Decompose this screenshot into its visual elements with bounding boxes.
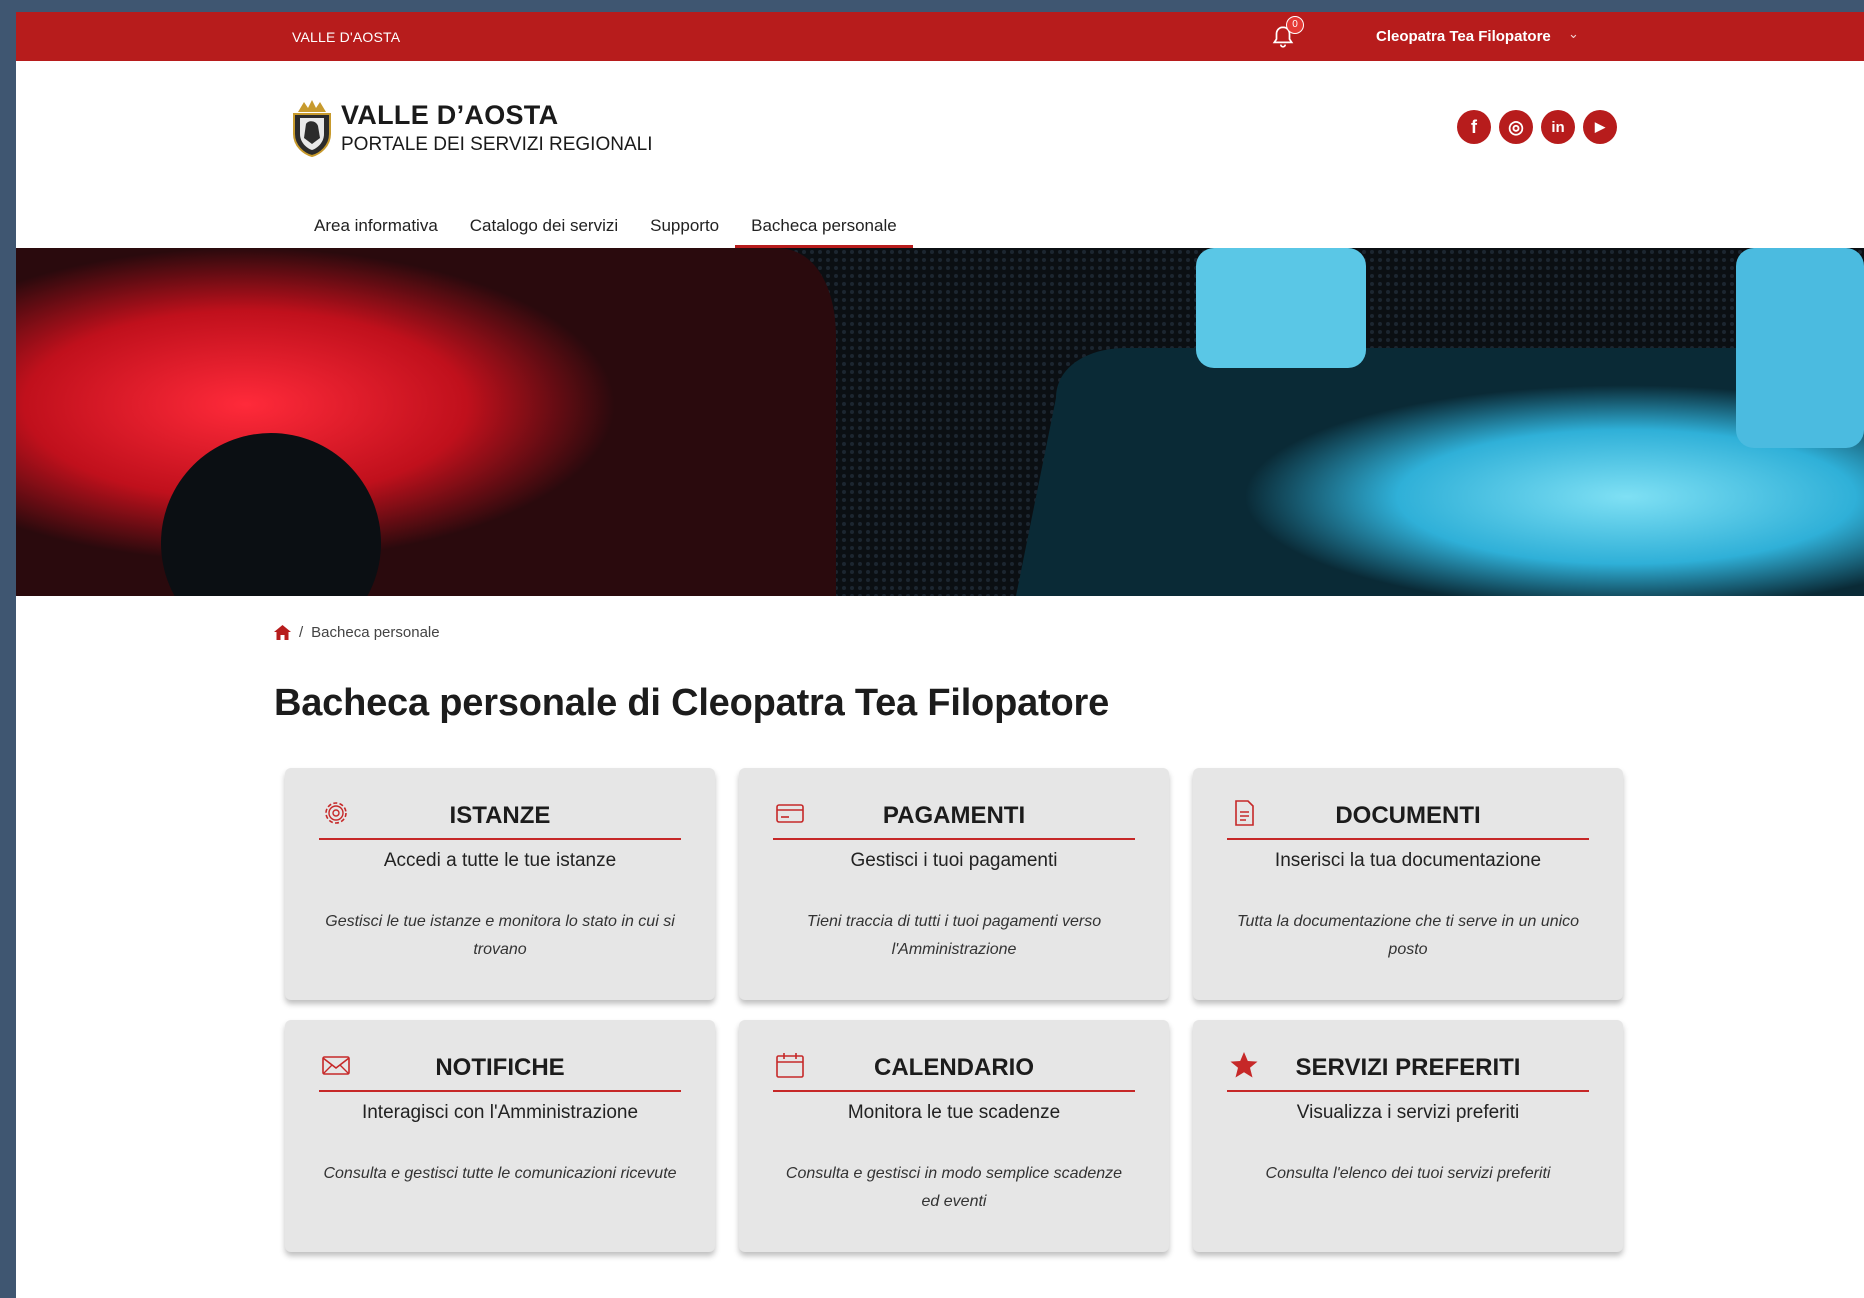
top-bar: VALLE D'AOSTA 0 Cleopatra Tea Filopatore…: [16, 12, 1864, 61]
site-title[interactable]: VALLE D’AOSTA: [341, 100, 558, 131]
nav-item-catalogo-servizi[interactable]: Catalogo dei servizi: [454, 202, 634, 248]
card-description: Gestisci le tue istanze e monitora lo st…: [325, 913, 675, 958]
card-divider: [1227, 838, 1589, 840]
region-link[interactable]: VALLE D'AOSTA: [292, 29, 400, 45]
card-title: SERVIZI PREFERITI: [1295, 1054, 1521, 1081]
card-title: NOTIFICHE: [435, 1054, 565, 1081]
page-title: Bacheca personale di Cleopatra Tea Filop…: [274, 682, 1109, 724]
card-pagamenti[interactable]: PAGAMENTI Gestisci i tuoi pagamenti Tien…: [739, 768, 1169, 1000]
page: VALLE D'AOSTA 0 Cleopatra Tea Filopatore…: [16, 12, 1864, 1298]
card-description: Consulta e gestisci tutte le comunicazio…: [323, 1165, 677, 1182]
chevron-down-icon[interactable]: ⌄: [1568, 26, 1579, 42]
card-description: Tutta la documentazione che ti serve in …: [1236, 913, 1580, 958]
card-servizi-preferiti[interactable]: SERVIZI PREFERITI Visualizza i servizi p…: [1193, 1020, 1623, 1252]
card-documenti[interactable]: DOCUMENTI Inserisci la tua documentazion…: [1193, 768, 1623, 1000]
card-title: CALENDARIO: [874, 1054, 1034, 1081]
card-notifiche[interactable]: NOTIFICHE Interagisci con l'Amministrazi…: [285, 1020, 715, 1252]
home-icon[interactable]: [274, 625, 291, 640]
card-title: ISTANZE: [449, 802, 551, 829]
card-subtitle: Visualizza i servizi preferiti: [1296, 1102, 1520, 1123]
hero-banner-image: [16, 248, 1864, 596]
card-subtitle: Gestisci i tuoi pagamenti: [850, 850, 1058, 871]
card-title: DOCUMENTI: [1335, 802, 1481, 829]
card-divider: [319, 838, 681, 840]
card-divider: [773, 838, 1135, 840]
card-divider: [319, 1090, 681, 1092]
youtube-icon[interactable]: ▶: [1583, 110, 1617, 144]
main-nav: Area informativa Catalogo dei servizi Su…: [298, 202, 913, 248]
breadcrumb: / Bacheca personale: [274, 624, 440, 641]
card-subtitle: Inserisci la tua documentazione: [1274, 850, 1542, 871]
card-calendario[interactable]: CALENDARIO Monitora le tue scadenze Cons…: [739, 1020, 1169, 1252]
notification-badge: 0: [1286, 16, 1304, 34]
nav-item-area-informativa[interactable]: Area informativa: [298, 202, 454, 248]
nav-item-supporto[interactable]: Supporto: [634, 202, 735, 248]
card-description: Tieni traccia di tutti i tuoi pagamenti …: [806, 913, 1102, 958]
coat-of-arms-logo[interactable]: [290, 98, 334, 158]
nav-item-bacheca-personale[interactable]: Bacheca personale: [735, 202, 913, 248]
card-subtitle: Accedi a tutte le tue istanze: [383, 850, 617, 871]
card-description: Consulta l'elenco dei tuoi servizi prefe…: [1265, 1165, 1551, 1182]
social-links: f ◎ in ▶: [1457, 110, 1617, 144]
breadcrumb-current: Bacheca personale: [311, 624, 440, 641]
card-divider: [773, 1090, 1135, 1092]
user-menu[interactable]: Cleopatra Tea Filopatore: [1376, 28, 1551, 45]
facebook-icon[interactable]: f: [1457, 110, 1491, 144]
card-subtitle: Interagisci con l'Amministrazione: [361, 1102, 639, 1123]
card-istanze[interactable]: ISTANZE Accedi a tutte le tue istanze Ge…: [285, 768, 715, 1000]
card-description: Consulta e gestisci in modo semplice sca…: [785, 1165, 1123, 1210]
card-title: PAGAMENTI: [882, 802, 1026, 829]
linkedin-icon[interactable]: in: [1541, 110, 1575, 144]
breadcrumb-separator: /: [299, 624, 304, 641]
site-subtitle: PORTALE DEI SERVIZI REGIONALI: [341, 134, 653, 155]
instagram-icon[interactable]: ◎: [1499, 110, 1533, 144]
card-divider: [1227, 1090, 1589, 1092]
card-subtitle: Monitora le tue scadenze: [847, 1102, 1061, 1123]
